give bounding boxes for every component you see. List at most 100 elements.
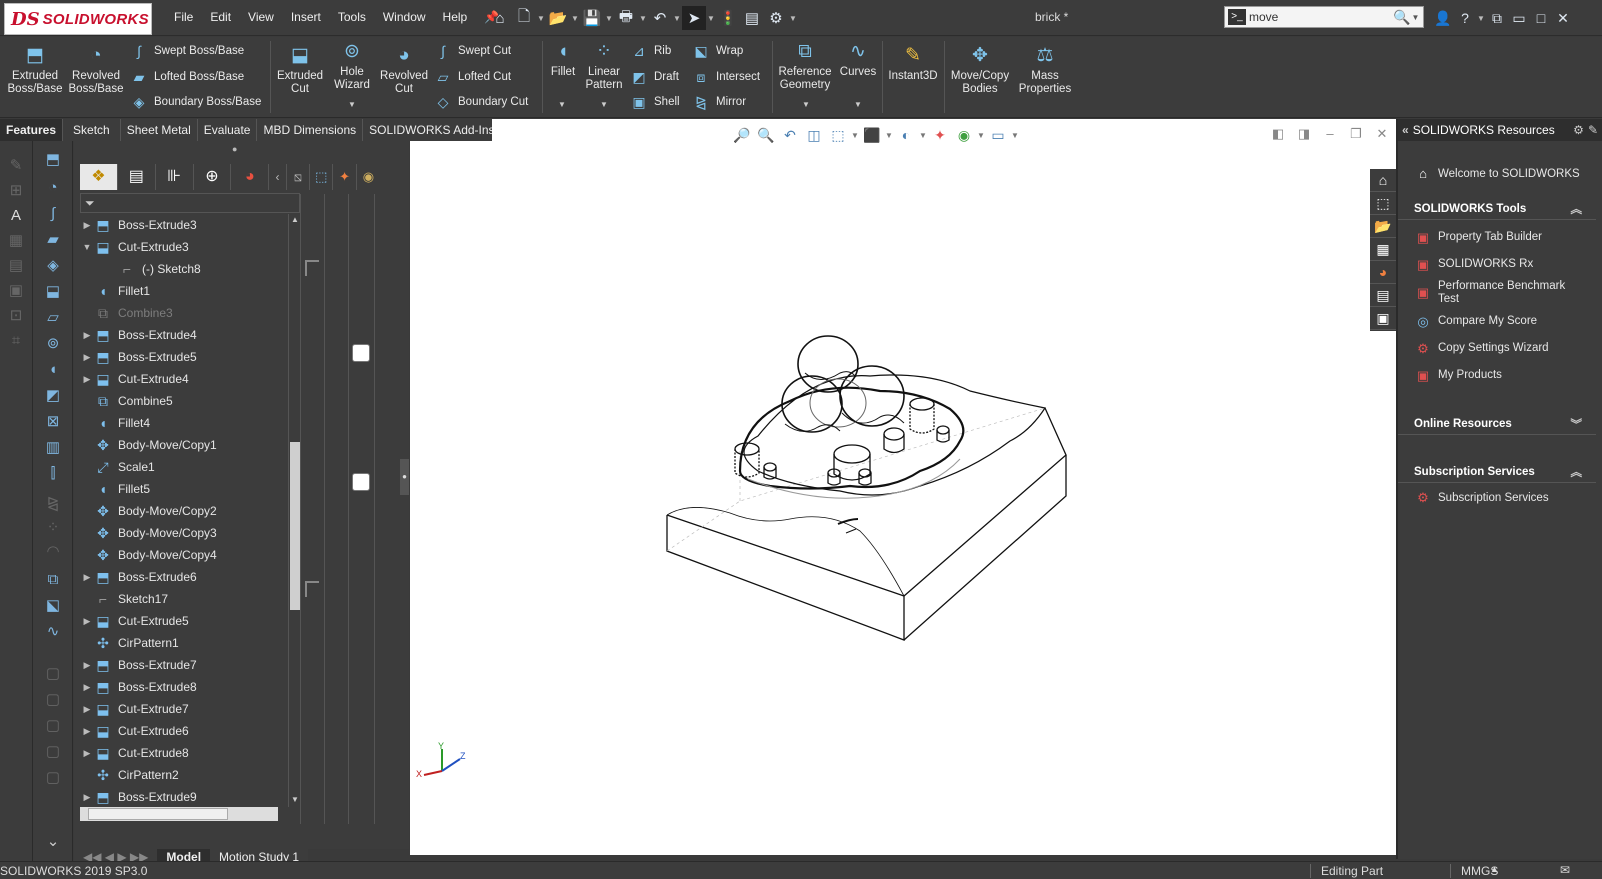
rib-tool-icon[interactable]: ▥ (42, 437, 64, 459)
swept-boss-button[interactable]: ∫ Swept Boss/Base (130, 42, 244, 60)
rebuild-icon[interactable]: 🚦 (716, 6, 740, 30)
new-document-icon[interactable]: 🗋 (512, 6, 536, 30)
extruded-cut-button[interactable]: ⬓ Extruded Cut (274, 45, 326, 96)
tab-evaluate[interactable]: Evaluate (197, 119, 258, 141)
forum-icon[interactable]: ▣ (1370, 307, 1396, 330)
chevron-down-icon[interactable]: ▼ (672, 14, 682, 23)
menu-window[interactable]: Window (383, 10, 426, 24)
expand-arrow-icon[interactable]: ▶ (80, 572, 94, 583)
print-icon[interactable]: 🖶 (614, 6, 638, 30)
view-palette-icon[interactable]: ▦ (1370, 238, 1396, 261)
chevron-down-icon[interactable]: ▼ (802, 100, 810, 109)
close-icon[interactable]: ✕ (1552, 6, 1574, 30)
tree-item[interactable]: ✥ Body-Move/Copy1 (80, 434, 288, 456)
chevron-up-icon[interactable]: ︽ (1571, 201, 1583, 217)
search-input[interactable] (1249, 10, 1389, 24)
linear-pattern-button[interactable]: ⁘ Linear Pattern (582, 41, 626, 92)
move-copy-bodies-button[interactable]: ✥ Move/Copy Bodies (948, 45, 1012, 96)
tree-item[interactable]: ✥ Body-Move/Copy2 (80, 500, 288, 522)
curve-tool-icon[interactable]: ⬕ (42, 595, 64, 617)
scene-icon[interactable]: ◉ (357, 164, 380, 190)
performance-benchmark-link[interactable]: ▣ Performance Benchmark Test (1398, 278, 1602, 308)
subscription-services-section[interactable]: Subscription Services ︽ (1398, 461, 1596, 483)
undo-icon[interactable]: ↶ (648, 6, 672, 30)
table-icon[interactable]: ▦ (5, 230, 27, 252)
tile-right-icon[interactable]: ◨ (1291, 126, 1317, 142)
shell-button[interactable]: ▣ Shell (630, 93, 679, 111)
tab-mbd-dimensions[interactable]: MBD Dimensions (257, 119, 364, 141)
tree-item[interactable]: ▶ ⬒ Boss-Extrude8 (80, 676, 288, 698)
tree-item[interactable]: ✥ Body-Move/Copy4 (80, 544, 288, 566)
tree-item[interactable]: ▶ ⬓ Cut-Extrude7 (80, 698, 288, 720)
wrap-button[interactable]: ⬕ Wrap (692, 42, 743, 60)
loft-tool-icon[interactable]: ▰ (42, 229, 64, 251)
design-library-icon[interactable]: ⬚ (1370, 192, 1396, 215)
appearances-icon[interactable]: ◕ (1370, 261, 1396, 284)
tree-item[interactable]: ⤢ Scale1 (80, 456, 288, 478)
copy-tool-icon[interactable]: ▢ (42, 689, 64, 711)
solidworks-logo[interactable]: DS SOLIDWORKS (4, 3, 152, 35)
cut-tool-icon[interactable]: ⬓ (42, 281, 64, 303)
shell-tool-icon[interactable]: ⊠ (42, 411, 64, 433)
scrollbar-thumb[interactable] (290, 442, 300, 610)
collapse-pane-icon[interactable]: « (1402, 123, 1409, 137)
revolved-boss-button[interactable]: ◔ Revolved Boss/Base (68, 45, 124, 96)
chevron-down-icon[interactable]: ▼ (918, 131, 928, 140)
paste-tool-icon[interactable]: ▢ (42, 715, 64, 737)
custom-properties-icon[interactable]: ▤ (1370, 284, 1396, 307)
tree-item[interactable]: ◖ Fillet1 (80, 280, 288, 302)
solidworks-rx-link[interactable]: ▣ SOLIDWORKS Rx (1398, 251, 1602, 278)
swept-cut-button[interactable]: ∫ Swept Cut (434, 42, 511, 60)
chevron-down-icon[interactable]: ▼ (706, 14, 716, 23)
reference-geometry-button[interactable]: ⧉ Reference Geometry (776, 41, 834, 92)
plane-tool-icon[interactable]: ▱ (42, 307, 64, 329)
menu-view[interactable]: View (248, 10, 274, 24)
tree-horizontal-scrollbar[interactable] (80, 807, 278, 821)
welcome-link[interactable]: ⌂ Welcome to SOLIDWORKS (1398, 163, 1602, 185)
rib-button[interactable]: ⊿ Rib (630, 42, 671, 60)
chevron-down-icon[interactable]: ▼ (850, 131, 860, 140)
chevron-up-icon[interactable]: ▲ (1490, 864, 1499, 874)
open-folder-icon[interactable]: 📂 (546, 6, 570, 30)
my-products-link[interactable]: ▣ My Products (1398, 362, 1602, 389)
tile-left-icon[interactable]: ◧ (1265, 126, 1291, 142)
scrollbar-thumb[interactable] (88, 808, 228, 820)
expand-arrow-icon[interactable]: ▶ (80, 616, 94, 627)
mirror-button[interactable]: ⧎ Mirror (692, 93, 746, 111)
chevron-down-icon[interactable]: ▼ (788, 14, 798, 23)
tree-item[interactable]: ▶ ⬒ Boss-Extrude3 (80, 214, 288, 236)
tree-item[interactable]: ▶ ⬓ Cut-Extrude4 (80, 368, 288, 390)
chevron-down-icon[interactable]: ▼ (600, 100, 608, 109)
subscription-services-link[interactable]: ⚙ Subscription Services (1398, 487, 1602, 509)
intersect-button[interactable]: ⧈ Intersect (692, 68, 761, 86)
extruded-boss-button[interactable]: ⬒ Extruded Boss/Base (6, 45, 64, 96)
home-icon[interactable]: ⌂ (1370, 169, 1396, 192)
mass-properties-button[interactable]: ⚖ Mass Properties (1014, 45, 1076, 96)
displaymanager-tab-icon[interactable]: ◕ (231, 164, 270, 190)
tree-vertical-scrollbar[interactable]: ▲ ▼ (288, 214, 300, 807)
solidworks-tools-section[interactable]: SOLIDWORKS Tools ︽ (1398, 198, 1596, 220)
state-checkbox[interactable] (352, 473, 370, 491)
graphics-area[interactable]: 🔎 🔍 ↶ ◫ ⬚ ▼ ⬛ ▼ ◐ ▼ ✦ ◉ ▼ ▭ ▼ ◧ ◨ – ❐ ✕ ⌂ ⬚ 📂… (410, 126, 1396, 855)
chevron-down-icon[interactable]: ▼ (570, 14, 580, 23)
file-properties-icon[interactable]: ▤ (740, 6, 764, 30)
chevron-down-icon[interactable]: ▼ (1476, 14, 1486, 23)
tab-solidworks-add-ins[interactable]: SOLIDWORKS Add-Ins (363, 119, 502, 141)
save-icon[interactable]: 💾 (580, 6, 604, 30)
scroll-up-arrow-icon[interactable]: ▲ (291, 215, 299, 224)
expand-toolbar-icon[interactable]: ⌄ (42, 831, 64, 853)
extrude-tool-icon[interactable]: ⬒ (42, 149, 64, 171)
compare-my-score-link[interactable]: ◎ Compare My Score (1398, 308, 1602, 335)
menu-help[interactable]: Help (443, 10, 468, 24)
collapse-arrow-icon[interactable]: ▼ (80, 242, 94, 252)
dimxpertmanager-tab-icon[interactable]: ⊕ (194, 164, 232, 190)
reference-tool-icon[interactable]: ⧉ (42, 569, 64, 591)
boundary-cut-button[interactable]: ◇ Boundary Cut (434, 93, 529, 111)
group-tool-icon[interactable]: ▢ (42, 741, 64, 763)
hide-show-items-icon[interactable]: ⧅ (287, 164, 311, 190)
chevron-down-icon[interactable]: ▼ (604, 14, 614, 23)
pin-icon[interactable]: ✎ (1588, 123, 1598, 137)
lofted-cut-button[interactable]: ▱ Lofted Cut (434, 68, 511, 86)
tree-item[interactable]: ◖ Fillet5 (80, 478, 288, 500)
expand-arrow-icon[interactable]: ▶ (80, 660, 94, 671)
